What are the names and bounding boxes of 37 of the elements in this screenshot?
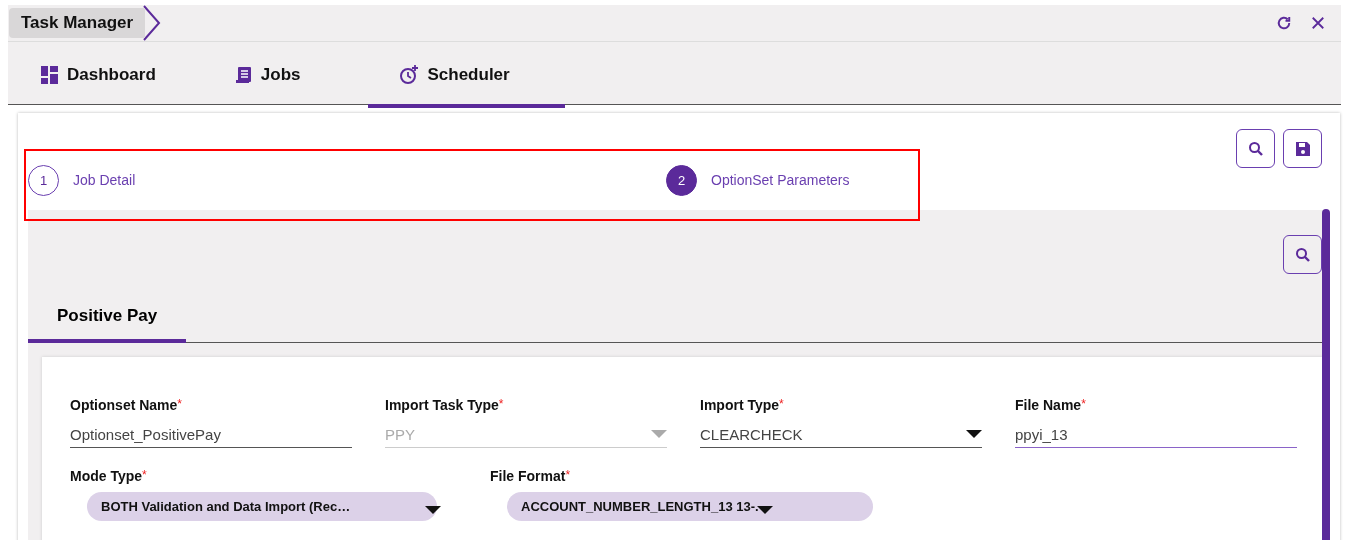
save-button[interactable] bbox=[1283, 129, 1322, 168]
step-label[interactable]: Job Detail bbox=[73, 172, 136, 188]
field-label: Import Task Type bbox=[385, 397, 499, 413]
field-label: Optionset Name bbox=[70, 397, 178, 413]
close-icon[interactable] bbox=[1309, 14, 1327, 32]
clock-plus-icon bbox=[399, 65, 420, 85]
chevron-icon bbox=[143, 5, 162, 41]
required-mark: * bbox=[779, 397, 784, 411]
required-mark: * bbox=[498, 397, 504, 411]
field-label: Import Type bbox=[700, 397, 780, 413]
search-button[interactable] bbox=[1236, 129, 1275, 168]
field-label: File Name bbox=[1015, 397, 1082, 413]
notepad-icon bbox=[234, 66, 253, 84]
nav-tab[interactable]: Jobs bbox=[223, 42, 312, 108]
search-icon bbox=[1294, 246, 1311, 263]
refresh-icon[interactable] bbox=[1275, 14, 1293, 32]
step-number: 2 bbox=[666, 164, 697, 196]
field-label: File Format bbox=[490, 468, 566, 484]
input-field[interactable]: ppyi_13 bbox=[1015, 421, 1297, 448]
breadcrumb-tab[interactable]: Task Manager bbox=[9, 8, 146, 38]
search-icon bbox=[1247, 140, 1264, 157]
select-field[interactable]: CLEARCHECK bbox=[700, 421, 982, 448]
required-mark: * bbox=[142, 468, 147, 482]
step-label[interactable]: OptionSet Parameters bbox=[711, 172, 850, 188]
field-label: Mode Type bbox=[70, 468, 143, 484]
search-button[interactable] bbox=[1283, 235, 1322, 274]
dashboard-icon bbox=[41, 66, 59, 84]
section-tab[interactable]: Positive Pay bbox=[28, 293, 187, 343]
save-icon bbox=[1293, 139, 1312, 158]
select-field[interactable]: ACCOUNT_NUMBER_LENGTH_13 13-. bbox=[507, 492, 873, 521]
required-mark: * bbox=[177, 397, 183, 411]
required-mark: * bbox=[1081, 397, 1086, 411]
scrollbar[interactable] bbox=[1322, 209, 1330, 540]
input-field[interactable]: Optionset_PositivePay bbox=[70, 421, 352, 448]
nav-tab[interactable]: Scheduler bbox=[368, 42, 565, 108]
required-mark: * bbox=[565, 468, 571, 482]
nav-tab[interactable]: Dashboard bbox=[30, 42, 167, 108]
